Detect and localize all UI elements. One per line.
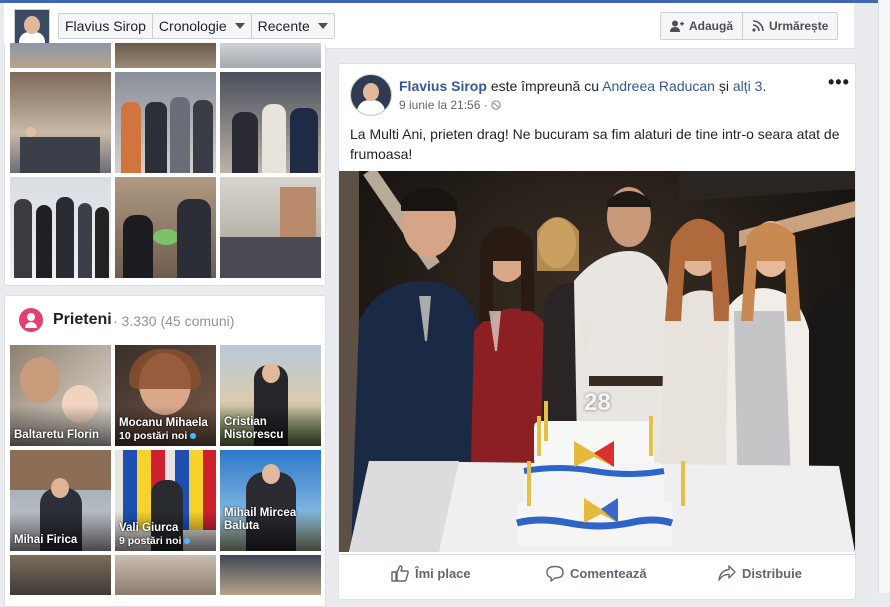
recent-dropdown[interactable]: Recente [252, 14, 334, 38]
profile-nav: Flavius Sirop Cronologie Recente [58, 13, 335, 39]
photos-card [4, 43, 326, 286]
post-text: La Multi Ani, prieten drag! Ne bucuram s… [350, 126, 840, 162]
comment-button[interactable]: Comentează [546, 565, 647, 582]
with-text: este împreună cu [490, 78, 599, 94]
others-link[interactable]: alți 3 [733, 78, 763, 94]
cake-candle-number: 28 [584, 389, 611, 416]
friends-card: Prieteni · 3.330 (45 comuni) Baltaretu F… [4, 295, 326, 607]
like-label: Îmi place [415, 566, 471, 581]
post-photo[interactable]: 28 [339, 171, 855, 552]
and-text: și [718, 78, 729, 94]
post-actions-bar: Îmi place Comentează Distribuie [339, 554, 855, 593]
thumbs-up-icon [391, 565, 409, 582]
scrollbar[interactable] [878, 0, 890, 593]
follow-label: Urmărește [769, 19, 829, 33]
globe-icon [491, 100, 501, 110]
add-friend-icon [670, 20, 684, 32]
chevron-down-icon [234, 23, 245, 29]
friends-title[interactable]: Prieteni [53, 311, 112, 329]
follow-button[interactable]: Urmărește [743, 13, 837, 39]
friends-icon [19, 308, 43, 332]
friend-name[interactable]: Cristian Nistorescu [224, 416, 319, 442]
friend-tile[interactable] [115, 555, 216, 595]
friend-tile[interactable]: Vali Giurca 9 postări noi [115, 450, 216, 551]
timeline-dropdown[interactable]: Cronologie [153, 14, 252, 38]
timeline-label: Cronologie [158, 18, 227, 34]
speech-bubble-icon [546, 565, 564, 582]
add-friend-button[interactable]: Adaugă [661, 13, 744, 39]
friends-count: · 3.330 (45 comuni) [113, 313, 235, 329]
profile-actions: Adaugă Urmărește [660, 12, 839, 40]
rss-icon [752, 20, 764, 32]
more-options-button[interactable]: ••• [828, 72, 850, 93]
friend-new-posts: 9 postări noi [119, 535, 191, 547]
tagged-friend-link[interactable]: Andreea Raducan [602, 78, 715, 94]
photo-thumbnail[interactable] [10, 72, 111, 173]
share-arrow-icon [718, 565, 736, 581]
post-author-link[interactable]: Flavius Sirop [399, 78, 487, 94]
friend-tile[interactable] [220, 555, 321, 595]
friend-tile[interactable]: Mihai Firica [10, 450, 111, 551]
friend-name[interactable]: Baltaretu Florin [14, 429, 109, 442]
share-label: Distribuie [742, 566, 802, 581]
post-card: Flavius Sirop este împreună cu Andreea R… [338, 63, 856, 600]
party-photo [339, 171, 855, 552]
comment-label: Comentează [570, 566, 647, 581]
photo-thumbnail[interactable] [220, 177, 321, 278]
friend-tile[interactable]: Mihail Mircea Baluta [220, 450, 321, 551]
post-timestamp[interactable]: 9 iunie la 21:56 · [399, 98, 501, 112]
friend-new-posts: 10 postări noi [119, 430, 197, 442]
photo-thumbnail[interactable] [220, 43, 321, 68]
friend-tile[interactable] [10, 555, 111, 595]
share-button[interactable]: Distribuie [718, 565, 802, 582]
profile-name-link[interactable]: Flavius Sirop [59, 14, 153, 38]
photo-thumbnail[interactable] [220, 72, 321, 173]
friend-name[interactable]: Mihail Mircea Baluta [224, 507, 319, 533]
post-header: Flavius Sirop este împreună cu Andreea R… [399, 78, 767, 94]
like-button[interactable]: Îmi place [391, 565, 471, 582]
friend-tile[interactable]: Cristian Nistorescu [220, 345, 321, 446]
post-author-avatar[interactable] [350, 74, 392, 116]
chevron-down-icon [317, 23, 328, 29]
photo-thumbnail[interactable] [115, 72, 216, 173]
photo-thumbnail[interactable] [115, 43, 216, 68]
recent-label: Recente [257, 18, 310, 34]
friend-name[interactable]: Mihai Firica [14, 534, 109, 547]
photo-thumbnail[interactable] [10, 43, 111, 68]
photo-thumbnail[interactable] [10, 177, 111, 278]
photo-thumbnail[interactable] [115, 177, 216, 278]
profile-avatar[interactable] [14, 9, 50, 45]
friend-tile[interactable]: Mocanu Mihaela 10 postări noi [115, 345, 216, 446]
add-friend-label: Adaugă [689, 19, 734, 33]
friend-name[interactable]: Vali Giurca [119, 522, 214, 535]
friend-tile[interactable]: Baltaretu Florin [10, 345, 111, 446]
friend-name[interactable]: Mocanu Mihaela [119, 417, 214, 430]
